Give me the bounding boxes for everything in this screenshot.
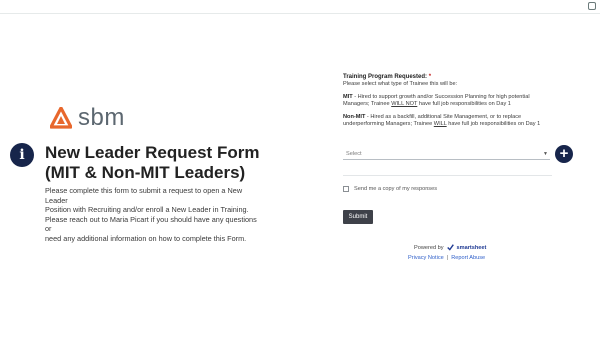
mit-description: MIT - Hired to support growth and/or Suc…	[343, 94, 553, 109]
chevron-down-icon: ▼	[543, 151, 548, 157]
nonmit-head: Non-MIT	[343, 113, 366, 120]
required-mark: *	[428, 74, 432, 80]
intro-line-1: Please complete this form to submit a re…	[45, 186, 243, 205]
powered-by: Powered by smartsheet	[414, 244, 486, 251]
privacy-notice-link[interactable]: Privacy Notice	[408, 255, 444, 261]
intro-line-3: Please reach out to Maria Picart if you …	[45, 214, 257, 234]
divider	[343, 175, 552, 176]
footer-links: Privacy Notice | Report Abuse	[408, 255, 485, 261]
title-line-2: (MIT & Non-MIT Leaders)	[45, 163, 246, 182]
select-placeholder: Select	[346, 151, 362, 157]
nonmit-text-2-post: have full job responsibilities on Day 1	[446, 121, 541, 128]
brand-logo: sbm	[50, 104, 125, 132]
top-bar	[0, 0, 600, 14]
nonmit-text-2-pre: underperforming Managers; Trainee	[343, 121, 434, 128]
smartsheet-icon	[446, 244, 454, 251]
copy-checkbox-row[interactable]: Send me a copy of my responses	[343, 186, 437, 192]
copy-checkbox-label: Send me a copy of my responses	[354, 186, 438, 192]
mit-text-1: - Hired to support growth and/or Success…	[352, 93, 530, 100]
mit-emphasis: WILL NOT	[391, 101, 418, 108]
question-help: Please select what type of Trainee this …	[343, 81, 458, 88]
training-program-select[interactable]: Select ▼	[343, 148, 550, 160]
copy-checkbox[interactable]	[343, 186, 349, 192]
question-label-text: Training Program Requested:	[343, 74, 428, 80]
report-abuse-link[interactable]: Report Abuse	[451, 255, 485, 261]
intro-line-4: need any additional information on how t…	[45, 233, 247, 243]
nonmit-emphasis: WILL	[433, 121, 447, 128]
powered-by-text: Powered by	[414, 244, 444, 251]
info-icon[interactable]: i	[10, 143, 34, 167]
logo-text: sbm	[78, 104, 125, 131]
mit-head: MIT	[343, 93, 353, 100]
question-label: Training Program Requested: *	[343, 74, 553, 81]
submit-button[interactable]: Submit	[343, 210, 373, 224]
nonmit-description: Non-MIT - Hired as a backfill, additiona…	[343, 114, 553, 129]
page-title: New Leader Request Form (MIT & Non-MIT L…	[45, 143, 285, 183]
title-line-1: New Leader Request Form	[45, 143, 260, 162]
mit-text-2-post: have full job responsibilities on Day 1	[417, 101, 511, 108]
form-description: Please complete this form to submit a re…	[45, 186, 265, 244]
mit-text-2-pre: Managers; Trainee	[343, 101, 392, 108]
intro-line-2: Position with Recruiting and/or enroll a…	[45, 205, 249, 215]
sbm-logo-icon	[50, 107, 72, 129]
link-separator: |	[446, 255, 449, 261]
window-icon[interactable]	[588, 2, 596, 10]
question-block: Training Program Requested: * Please sel…	[343, 74, 553, 128]
provider-name: smartsheet	[456, 244, 487, 251]
plus-icon[interactable]: +	[555, 145, 573, 163]
nonmit-text-1: - Hired as a backfill, additional Site M…	[365, 113, 522, 120]
